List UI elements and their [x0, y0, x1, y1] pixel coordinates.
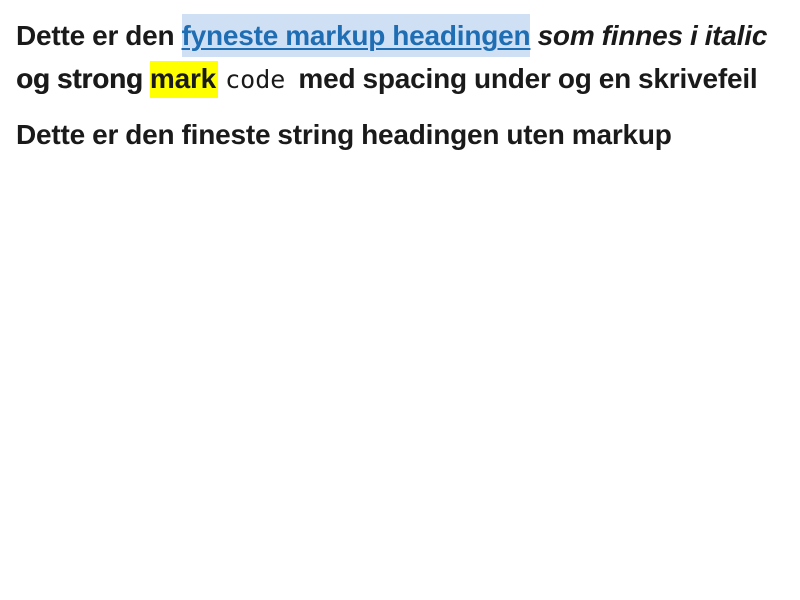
- heading-text-space: [530, 20, 537, 51]
- heading-text-start: Dette er den: [16, 20, 182, 51]
- heading-code-text: code: [225, 65, 286, 94]
- heading-link[interactable]: fyneste markup headingen: [181, 14, 531, 57]
- page: Dette er den fyneste markup headingen so…: [0, 0, 800, 600]
- heading-strong-text: og strong: [16, 63, 143, 94]
- plain-heading: Dette er den fineste string headingen ut…: [16, 119, 672, 150]
- heading-mark-text: mark: [149, 61, 219, 98]
- heading-text-end: med spacing under og en skrivefeil: [291, 63, 758, 94]
- heading-text-space: [143, 63, 150, 94]
- heading-italic-text: som finnes i italic: [537, 20, 768, 51]
- markup-heading: Dette er den fyneste markup headingen so…: [16, 14, 784, 101]
